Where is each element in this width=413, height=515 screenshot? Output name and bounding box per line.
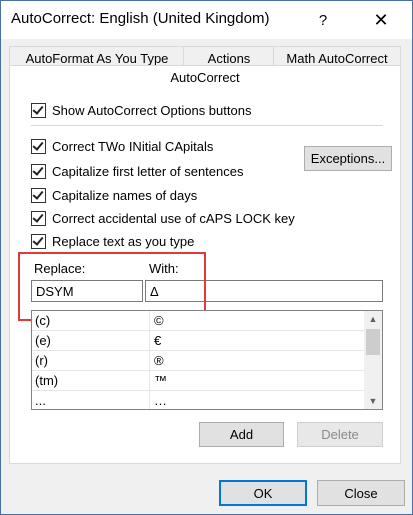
autocorrect-dialog: AutoCorrect: English (United Kingdom) ? …	[0, 0, 413, 515]
scroll-up-icon[interactable]: ▲	[364, 311, 382, 327]
capitalize-days-checkbox[interactable]: Capitalize names of days	[31, 185, 197, 205]
checkbox-label: Correct accidental use of cAPS LOCK key	[52, 210, 295, 226]
tab-autocorrect[interactable]: AutoCorrect	[9, 65, 401, 88]
entry-replace: (c)	[35, 313, 51, 328]
list-item[interactable]: (c) ©	[32, 311, 364, 331]
close-button[interactable]: Close	[317, 480, 405, 506]
entry-with: €	[149, 331, 364, 350]
tab-label: Math AutoCorrect	[286, 50, 388, 66]
checkbox-label: Correct TWo INitial CApitals	[52, 138, 214, 154]
checkbox-label: Replace text as you type	[52, 233, 195, 249]
correct-caps-lock-checkbox[interactable]: Correct accidental use of cAPS LOCK key	[31, 208, 295, 228]
entry-replace: ...	[35, 393, 46, 408]
tab-label: AutoCorrect	[170, 69, 240, 85]
list-item[interactable]: (r) ®	[32, 351, 364, 371]
list-item[interactable]: ... …	[32, 391, 364, 409]
divider	[31, 125, 383, 126]
ok-button[interactable]: OK	[219, 480, 307, 506]
window-title: AutoCorrect: English (United Kingdom)	[11, 10, 270, 27]
replace-text-checkbox[interactable]: Replace text as you type	[31, 231, 194, 251]
checkbox-checked[interactable]	[31, 233, 46, 249]
entry-replace: (e)	[35, 333, 51, 348]
checkbox-label: Capitalize names of days	[52, 187, 198, 203]
entry-with: ™	[149, 371, 364, 390]
title-bar: AutoCorrect: English (United Kingdom) ? …	[1, 1, 412, 39]
tab-label: AutoFormat As You Type	[25, 50, 169, 66]
scroll-down-icon[interactable]: ▼	[364, 393, 382, 409]
list-item[interactable]: (e) €	[32, 331, 364, 351]
vertical-scrollbar[interactable]: ▲ ▼	[364, 311, 382, 409]
tab-label: Actions	[207, 50, 251, 66]
help-button[interactable]: ?	[303, 3, 343, 37]
list-item[interactable]: (tm) ™	[32, 371, 364, 391]
scrollbar-thumb[interactable]	[366, 329, 380, 355]
delete-button[interactable]: Delete	[297, 422, 383, 447]
entry-replace: (tm)	[35, 373, 59, 388]
entry-with: ®	[149, 351, 364, 370]
checkbox-checked[interactable]	[31, 102, 46, 118]
checkbox-checked[interactable]	[31, 210, 46, 226]
capitalize-sentences-checkbox[interactable]: Capitalize first letter of sentences	[31, 161, 243, 181]
checkbox-checked[interactable]	[31, 187, 46, 203]
close-window-button[interactable]: ✕	[361, 3, 401, 37]
entry-replace: (r)	[35, 353, 48, 368]
checkbox-label: Capitalize first letter of sentences	[52, 163, 244, 179]
entry-with: …	[149, 391, 364, 409]
autocorrect-entries-list[interactable]: (c) © (e) € (r) ® (tm) ™ ... … ▲ ▼	[31, 310, 383, 410]
correct-two-initial-capitals-checkbox[interactable]: Correct TWo INitial CApitals	[31, 136, 213, 156]
show-autocorrect-options-checkbox[interactable]: Show AutoCorrect Options buttons	[31, 100, 251, 120]
checkbox-checked[interactable]	[31, 138, 46, 154]
checkbox-label: Show AutoCorrect Options buttons	[52, 102, 252, 118]
checkbox-checked[interactable]	[31, 163, 46, 179]
entry-with: ©	[149, 311, 364, 330]
exceptions-button[interactable]: Exceptions...	[304, 146, 392, 171]
add-button[interactable]: Add	[199, 422, 284, 447]
